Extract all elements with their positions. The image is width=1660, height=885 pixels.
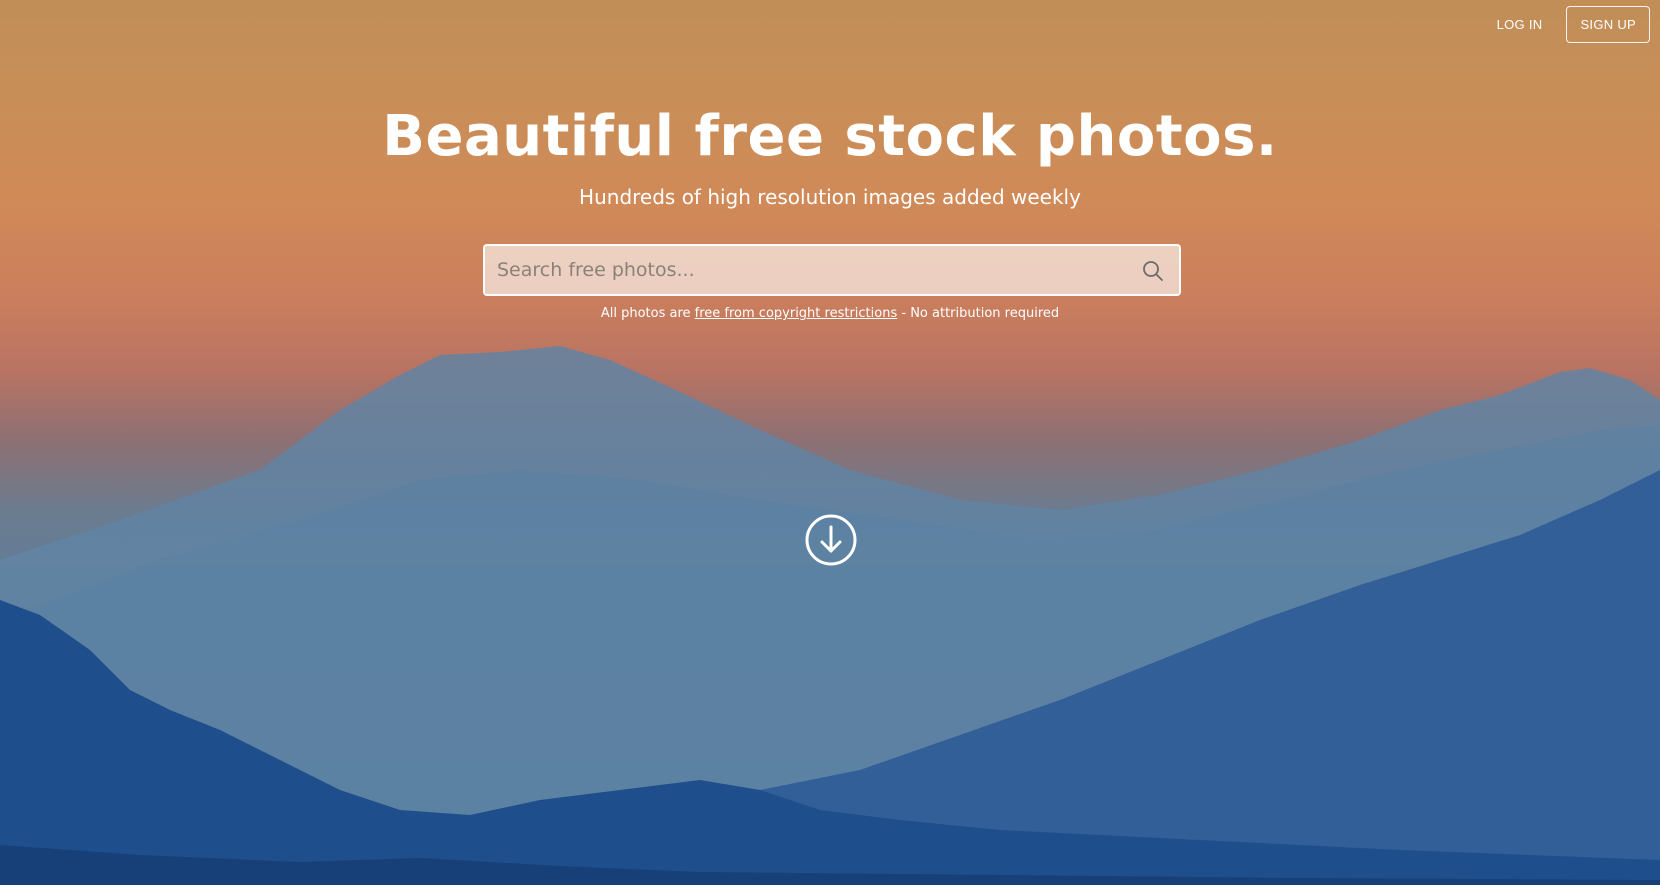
- arrow-down-circle-icon[interactable]: [805, 514, 857, 566]
- hero-subheadline: Hundreds of high resolution images added…: [579, 185, 1081, 209]
- login-link[interactable]: LOG IN: [1497, 17, 1543, 32]
- search-icon[interactable]: [1141, 259, 1165, 283]
- hero-headline: Beautiful free stock photos.: [382, 104, 1278, 169]
- license-notice: All photos are free from copyright restr…: [0, 306, 1660, 321]
- top-navigation: LOG IN SIGN UP: [1497, 6, 1650, 43]
- license-link[interactable]: free from copyright restrictions: [695, 306, 898, 321]
- search-bar: [483, 244, 1181, 296]
- search-input[interactable]: [485, 246, 1125, 294]
- notice-prefix: All photos are: [600, 306, 695, 321]
- hero-background: LOG IN SIGN UP Beautiful free stock phot…: [0, 0, 1660, 885]
- notice-suffix: - No attribution required: [897, 306, 1060, 321]
- signup-button[interactable]: SIGN UP: [1566, 6, 1650, 43]
